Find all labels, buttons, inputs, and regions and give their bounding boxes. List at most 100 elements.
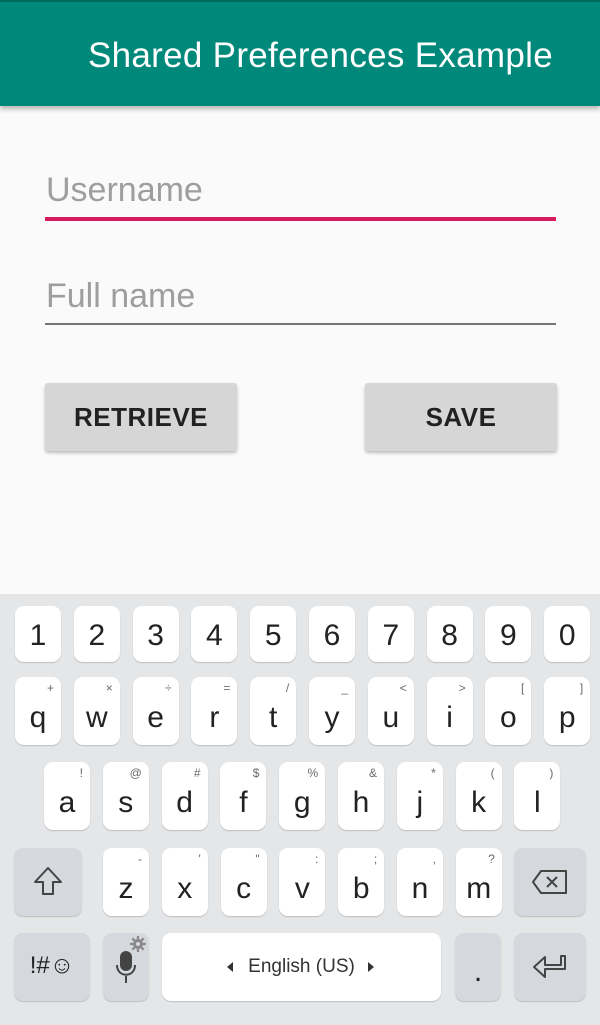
key-l[interactable]: ) l	[514, 762, 561, 830]
key-alt-label: -	[138, 852, 142, 866]
key-label: a	[58, 786, 76, 819]
key-label: 9	[500, 619, 517, 652]
key-label: w	[85, 701, 108, 734]
key-o[interactable]: [o	[485, 677, 532, 745]
key-label: 3	[147, 619, 164, 652]
microphone-icon	[116, 951, 136, 983]
key-2[interactable]: 2	[73, 606, 120, 662]
key-3[interactable]: 3	[132, 606, 179, 662]
key-j[interactable]: * j	[396, 762, 443, 830]
space-key[interactable]: English (US)	[162, 933, 441, 1001]
shift-icon	[34, 867, 62, 895]
key-label: i	[446, 701, 453, 734]
key-alt-label: ;	[373, 852, 378, 866]
key-alt-label: !	[79, 766, 83, 780]
key-h[interactable]: & h	[338, 762, 384, 830]
key-label: n	[411, 872, 429, 905]
key-alt-label: ×	[105, 681, 113, 695]
key-k[interactable]: (k	[455, 762, 502, 830]
voice-input-key[interactable]	[103, 933, 149, 1001]
key-7[interactable]: 7	[367, 606, 414, 662]
symbols-label: !#☺	[29, 952, 75, 979]
fullname-placeholder: Full name	[46, 277, 196, 315]
key-label: d	[176, 786, 193, 819]
symbols-key[interactable]: !#☺	[14, 933, 90, 1001]
key-a[interactable]: ! a	[44, 762, 90, 830]
key-c[interactable]: " c	[220, 848, 267, 916]
key-label: c	[236, 872, 252, 905]
app-title: Shared Preferences Example	[88, 36, 553, 75]
key-alt-label: [	[521, 681, 525, 695]
save-button[interactable]: SAVE	[365, 383, 557, 451]
key-label: p	[558, 701, 576, 734]
key-t[interactable]: / t	[250, 677, 297, 745]
username-field[interactable]: Username	[45, 160, 556, 230]
key-label: h	[352, 786, 370, 819]
key-6[interactable]: 6	[309, 606, 355, 662]
app-bar: Shared Preferences Example	[0, 0, 600, 106]
backspace-icon	[532, 870, 567, 894]
key-f[interactable]: $ f	[220, 762, 267, 830]
key-alt-label: #	[193, 766, 201, 780]
key-4[interactable]: 4	[191, 606, 238, 662]
key-alt-label: <	[399, 681, 407, 695]
key-label: 1	[29, 619, 47, 652]
key-p[interactable]: ] p	[544, 677, 591, 745]
app-screen: Shared Preferences Example Username Full…	[0, 0, 600, 1025]
key-9[interactable]: 9	[485, 606, 532, 662]
fullname-underline	[45, 323, 556, 325]
key-0[interactable]: 0	[544, 606, 591, 662]
key-m[interactable]: ? m	[455, 848, 502, 916]
key-r[interactable]: = r	[191, 677, 238, 745]
key-n[interactable]: ,n	[397, 848, 443, 916]
key-alt-label: "	[255, 852, 260, 866]
key-label: q	[29, 701, 47, 734]
key-b[interactable]: ; b	[338, 848, 385, 916]
key-z[interactable]: -z	[103, 848, 149, 916]
key-label: j	[416, 786, 424, 819]
key-v[interactable]: :v	[279, 848, 326, 916]
key-label: s	[118, 786, 134, 819]
period-label: .	[473, 955, 483, 988]
key-alt-label: ?	[488, 852, 495, 866]
key-e[interactable]: ÷ e	[132, 677, 179, 745]
key-g[interactable]: % g	[279, 762, 326, 830]
key-label: o	[500, 701, 517, 734]
shift-key[interactable]	[14, 848, 82, 916]
key-alt-label: =	[223, 681, 231, 695]
key-8[interactable]: 8	[426, 606, 473, 662]
key-alt-label: )	[549, 766, 554, 780]
backspace-key[interactable]	[514, 848, 586, 916]
key-alt-label: ÷	[165, 681, 172, 695]
key-label: 7	[382, 619, 400, 652]
key-label: 8	[441, 619, 458, 652]
key-label: 0	[558, 619, 576, 652]
key-label: 6	[323, 619, 341, 652]
key-y[interactable]: _ y	[309, 677, 355, 745]
key-alt-label: :	[315, 852, 319, 866]
key-i[interactable]: > i	[426, 677, 473, 745]
key-label: t	[269, 701, 278, 734]
key-alt-label: '	[198, 852, 201, 866]
key-u[interactable]: < u	[367, 677, 414, 745]
key-alt-label: %	[307, 766, 319, 780]
enter-icon	[533, 955, 566, 978]
key-d[interactable]: # d	[161, 762, 208, 830]
key-alt-label: @	[129, 766, 142, 780]
enter-key[interactable]	[514, 933, 586, 1001]
key-1[interactable]: 1	[15, 606, 61, 662]
language-label: English (US)	[248, 956, 355, 977]
fullname-field[interactable]: Full name	[45, 266, 556, 336]
retrieve-button[interactable]: RETRIEVE	[45, 383, 237, 451]
key-s[interactable]: @ s	[102, 762, 149, 830]
key-alt-label: ,	[432, 852, 436, 866]
key-5[interactable]: 5	[250, 606, 297, 662]
period-key[interactable]: .	[455, 933, 501, 1001]
key-q[interactable]: + q	[15, 677, 61, 745]
key-alt-label: /	[285, 681, 290, 695]
key-alt-label: (	[490, 766, 495, 780]
key-w[interactable]: × w	[73, 677, 120, 745]
key-alt-label: *	[431, 766, 436, 780]
key-label: k	[471, 786, 487, 819]
key-x[interactable]: ' x	[161, 848, 208, 916]
